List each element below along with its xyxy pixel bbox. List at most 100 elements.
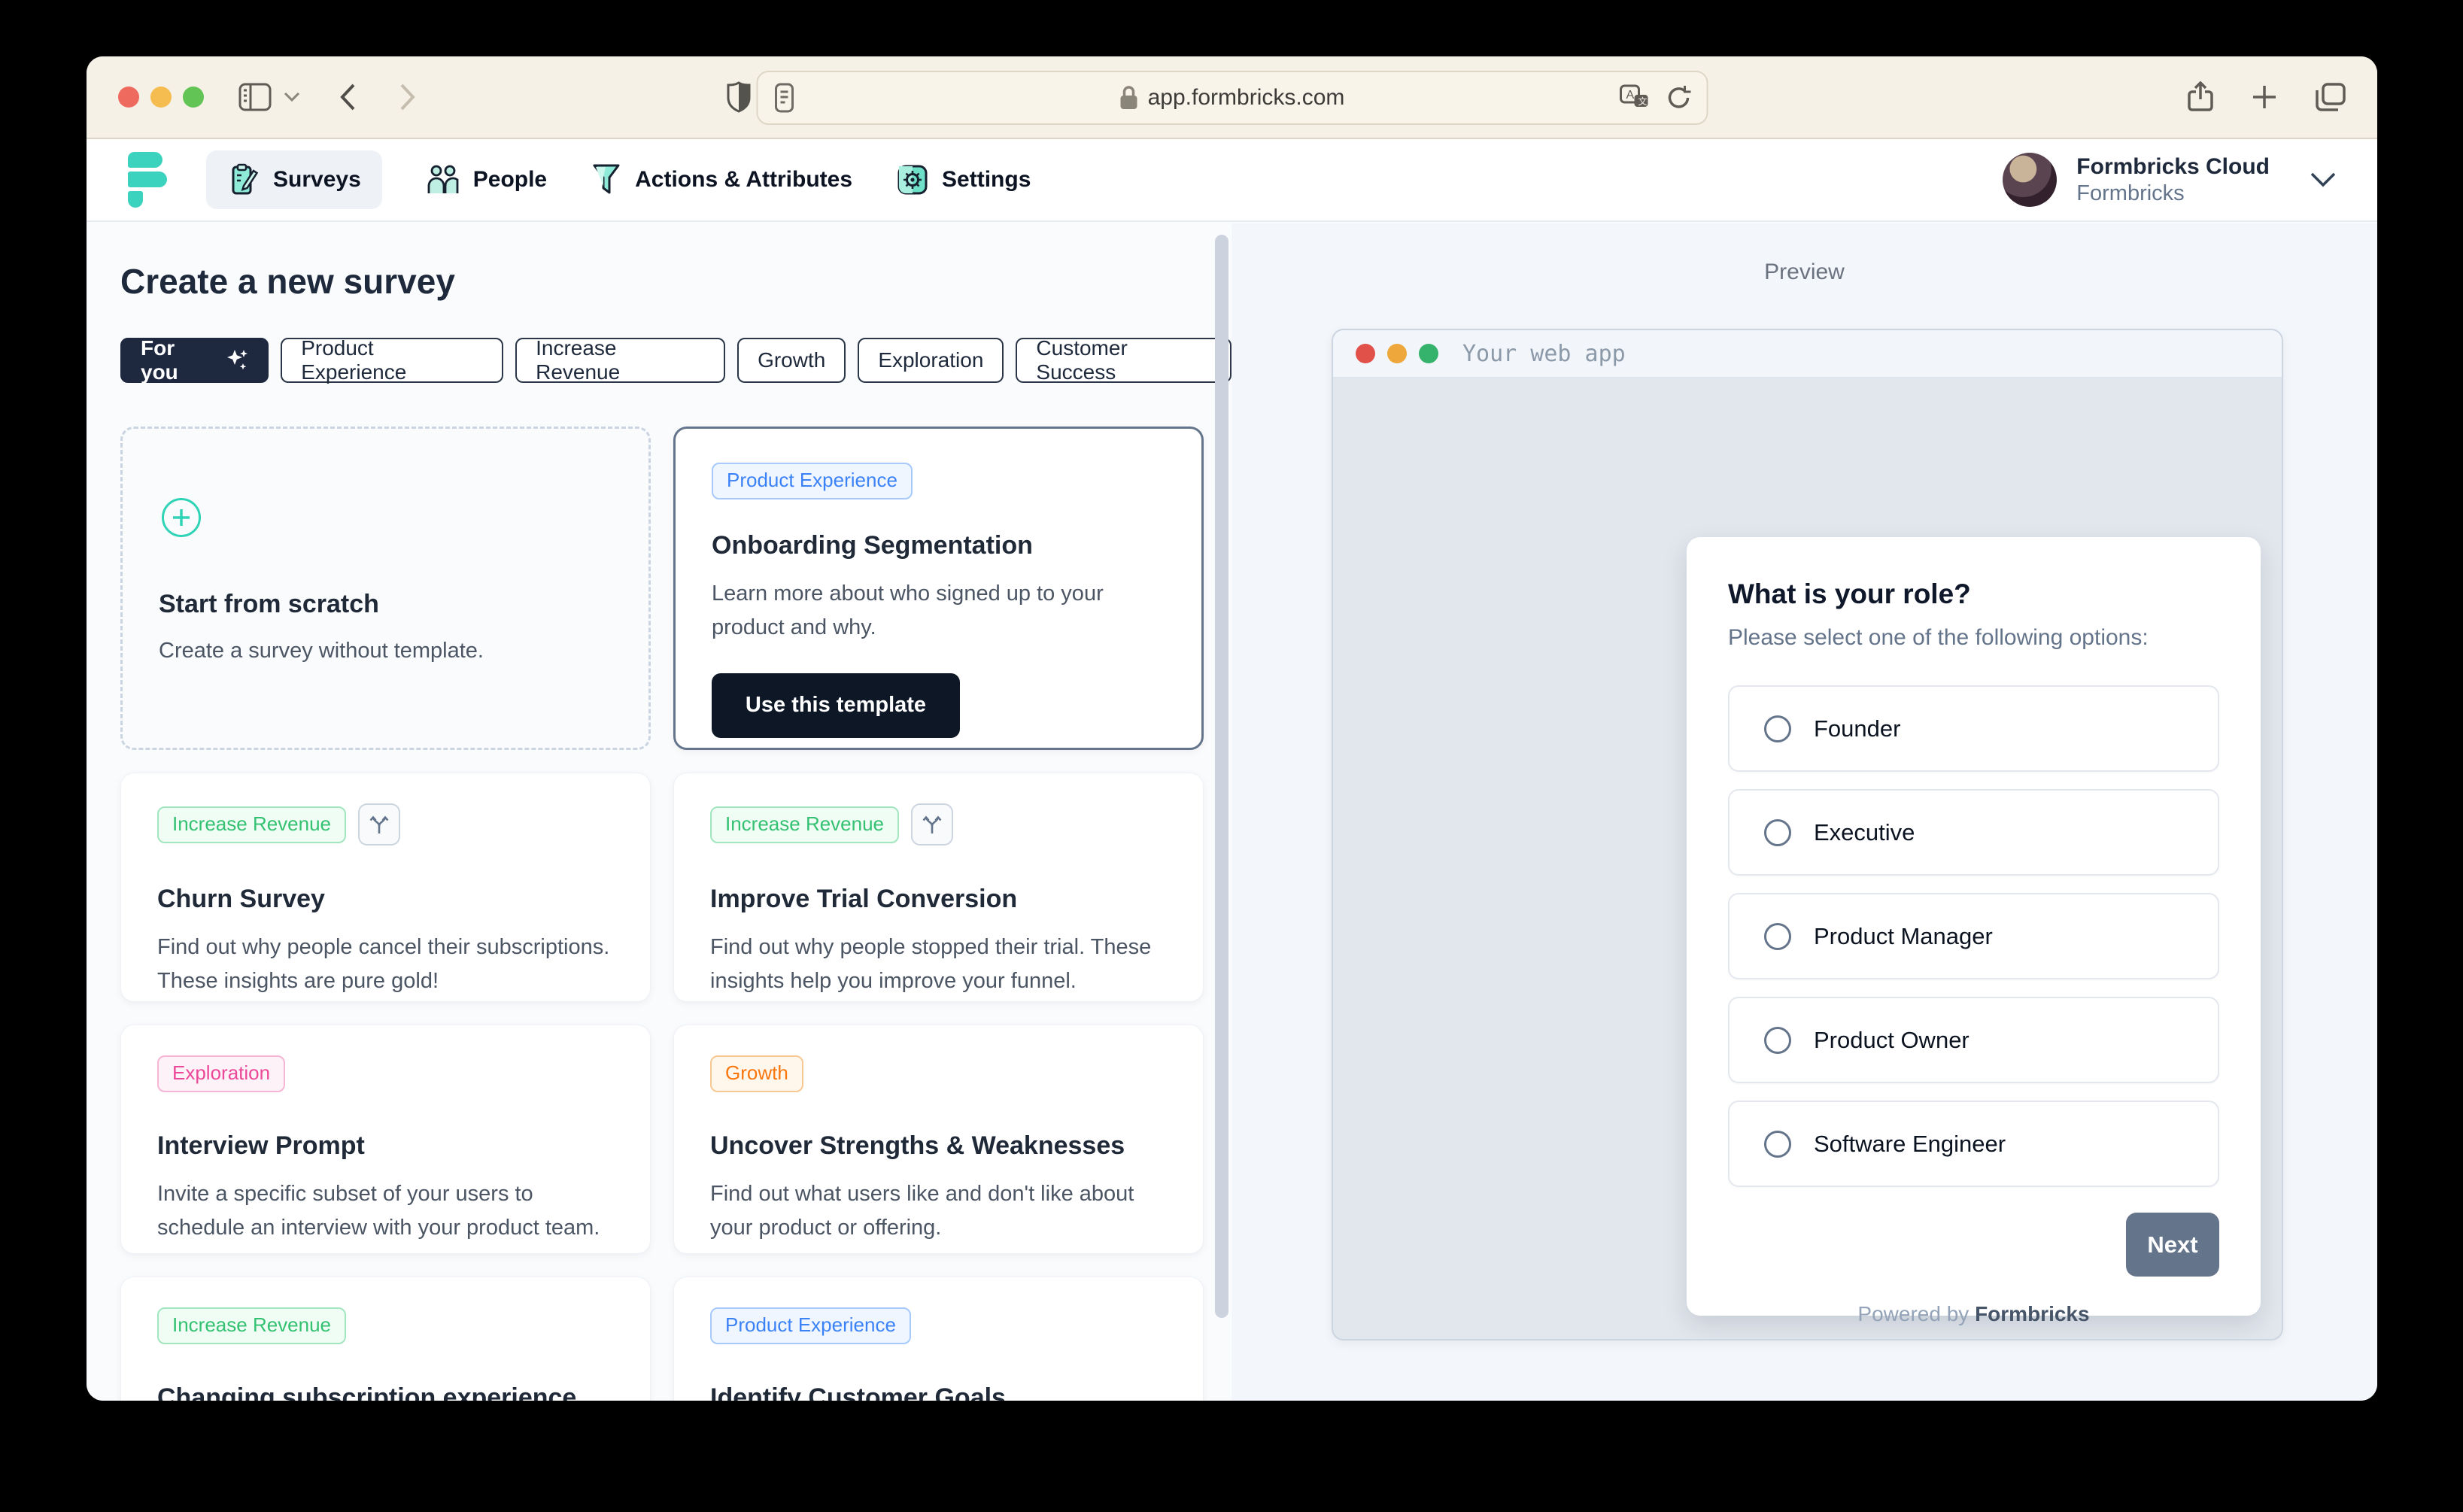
lock-icon: [1119, 85, 1139, 111]
branching-logic-icon: [911, 803, 954, 846]
radio-icon: [1764, 1026, 1791, 1054]
account-name: Formbricks Cloud: [2076, 153, 2270, 179]
next-button[interactable]: Next: [2126, 1213, 2219, 1277]
gear-icon: [896, 163, 929, 196]
preview-label: Preview: [1764, 260, 1845, 284]
card-description: Find out why people cancel their subscri…: [157, 935, 610, 993]
nav-item-actions-attributes[interactable]: Actions & Attributes: [591, 162, 852, 197]
svg-text:A: A: [1626, 89, 1634, 102]
filter-chip-product-experience[interactable]: Product Experience: [281, 336, 504, 384]
page-title: Create a new survey: [120, 262, 455, 301]
tab-group-chevron-icon[interactable]: [284, 92, 300, 102]
minimize-window-button[interactable]: [150, 87, 172, 108]
card-title: Changing subscription experience: [157, 1383, 577, 1401]
template-card-onboarding-segmentation[interactable]: Product Experience Onboarding Segmentati…: [673, 427, 1204, 750]
card-title: Start from scratch: [159, 590, 379, 618]
powered-by[interactable]: Powered by Formbricks: [1728, 1302, 2219, 1326]
user-avatar: [2003, 152, 2058, 207]
people-icon: [426, 163, 460, 196]
use-template-button[interactable]: Use this template: [712, 673, 960, 738]
web-app-mockup: Your web app What is your role? Please s…: [1332, 329, 2283, 1340]
category-badge: Increase Revenue: [157, 1307, 347, 1344]
card-title: Identify Customer Goals: [710, 1383, 1006, 1401]
card-title: Improve Trial Conversion: [710, 885, 1018, 913]
nav-label: Actions & Attributes: [635, 167, 853, 192]
category-badge: Increase Revenue: [710, 806, 900, 843]
category-badge: Product Experience: [710, 1307, 911, 1344]
powered-by-brand: Formbricks: [1975, 1302, 2090, 1325]
radio-icon: [1764, 1130, 1791, 1158]
card-description: Invite a specific subset of your users t…: [157, 1182, 600, 1240]
card-description: Find out what users like and don't like …: [710, 1182, 1134, 1240]
scrollbar-thumb[interactable]: [1215, 235, 1228, 1318]
question-title: What is your role?: [1728, 578, 1971, 609]
address-bar[interactable]: app.formbricks.com A文: [756, 71, 1708, 125]
survey-preview-card: What is your role? Please select one of …: [1687, 537, 2261, 1325]
option-executive[interactable]: Executive: [1728, 789, 2219, 876]
account-menu[interactable]: Formbricks Cloud Formbricks: [2003, 152, 2336, 207]
mockup-window-title: Your web app: [1462, 340, 1626, 367]
zoom-window-button[interactable]: [183, 87, 204, 108]
app-navbar: Surveys People Actions & Attributes Sett…: [87, 139, 2377, 222]
close-window-button[interactable]: [118, 87, 139, 108]
forward-button-icon[interactable]: [399, 83, 416, 111]
reload-icon[interactable]: [1666, 84, 1691, 111]
translate-icon[interactable]: A文: [1619, 84, 1649, 111]
privacy-shield-icon[interactable]: [726, 81, 752, 113]
nav-item-surveys[interactable]: Surveys: [206, 150, 382, 209]
card-title: Onboarding Segmentation: [712, 531, 1033, 560]
option-founder[interactable]: Founder: [1728, 685, 2219, 772]
traffic-lights: [118, 87, 204, 108]
template-card-uncover-strengths-weaknesses[interactable]: Growth Uncover Strengths & Weaknesses Fi…: [673, 1025, 1204, 1254]
nav-label: Settings: [942, 167, 1031, 192]
filter-chip-for-you[interactable]: For you: [120, 336, 269, 384]
option-software-engineer[interactable]: Software Engineer: [1728, 1101, 2219, 1187]
browser-toolbar: app.formbricks.com A文: [87, 56, 2377, 139]
start-from-scratch-card[interactable]: Start from scratch Create a survey witho…: [120, 427, 651, 750]
template-gallery-panel: Create a new survey For you Product Expe…: [87, 223, 1232, 1401]
svg-text:文: 文: [1638, 96, 1647, 107]
template-card-churn-survey[interactable]: Increase Revenue Churn Survey Find out w…: [120, 773, 651, 1002]
sidebar-toggle-icon[interactable]: [238, 83, 272, 111]
account-org: Formbricks: [2076, 181, 2185, 206]
mockup-minimize-dot: [1387, 344, 1407, 363]
radio-icon: [1764, 715, 1791, 742]
share-icon[interactable]: [2188, 81, 2213, 113]
reader-view-icon[interactable]: [774, 83, 794, 113]
card-description: Create a survey without template.: [159, 639, 484, 663]
answer-options: Founder Executive Product Manager Produc…: [1728, 685, 2219, 1187]
filter-chip-exploration[interactable]: Exploration: [858, 338, 1004, 383]
back-button-icon[interactable]: [339, 83, 356, 111]
chevron-down-icon: [2310, 172, 2336, 187]
card-title: Interview Prompt: [157, 1131, 365, 1160]
template-card-identify-customer-goals[interactable]: Product Experience Identify Customer Goa…: [673, 1277, 1204, 1401]
new-tab-icon[interactable]: [2251, 83, 2278, 111]
preview-panel: Preview Your web app What is your role? …: [1232, 223, 2377, 1401]
category-badge: Growth: [710, 1055, 803, 1092]
question-subtitle: Please select one of the following optio…: [1728, 625, 2149, 650]
nav-item-settings[interactable]: Settings: [896, 163, 1031, 196]
nav-item-people[interactable]: People: [426, 163, 547, 196]
tab-overview-icon[interactable]: [2316, 83, 2346, 111]
mockup-zoom-dot: [1419, 344, 1438, 363]
category-badge: Product Experience: [712, 463, 913, 499]
mockup-close-dot: [1356, 344, 1375, 363]
template-card-improve-trial-conversion[interactable]: Increase Revenue Improve Trial Conversio…: [673, 773, 1204, 1002]
category-badge: Exploration: [157, 1055, 286, 1092]
template-card-interview-prompt[interactable]: Exploration Interview Prompt Invite a sp…: [120, 1025, 651, 1254]
radio-icon: [1764, 818, 1791, 846]
filter-chip-growth[interactable]: Growth: [737, 338, 846, 383]
option-product-owner[interactable]: Product Owner: [1728, 997, 2219, 1083]
filter-chip-customer-success[interactable]: Customer Success: [1016, 336, 1232, 384]
formbricks-logo[interactable]: [128, 152, 167, 208]
category-badge: Increase Revenue: [157, 806, 347, 843]
option-product-manager[interactable]: Product Manager: [1728, 893, 2219, 979]
template-card-changing-subscription-experience[interactable]: Increase Revenue Changing subscription e…: [120, 1277, 651, 1401]
nav-label: Surveys: [273, 167, 361, 192]
radio-icon: [1764, 922, 1791, 950]
browser-window: app.formbricks.com A文 Surveys People Act…: [87, 56, 2377, 1401]
card-description: Find out why people stopped their trial.…: [710, 935, 1152, 993]
funnel-icon: [591, 162, 622, 197]
filter-chip-increase-revenue[interactable]: Increase Revenue: [515, 336, 726, 384]
sparkles-icon: [226, 348, 248, 372]
